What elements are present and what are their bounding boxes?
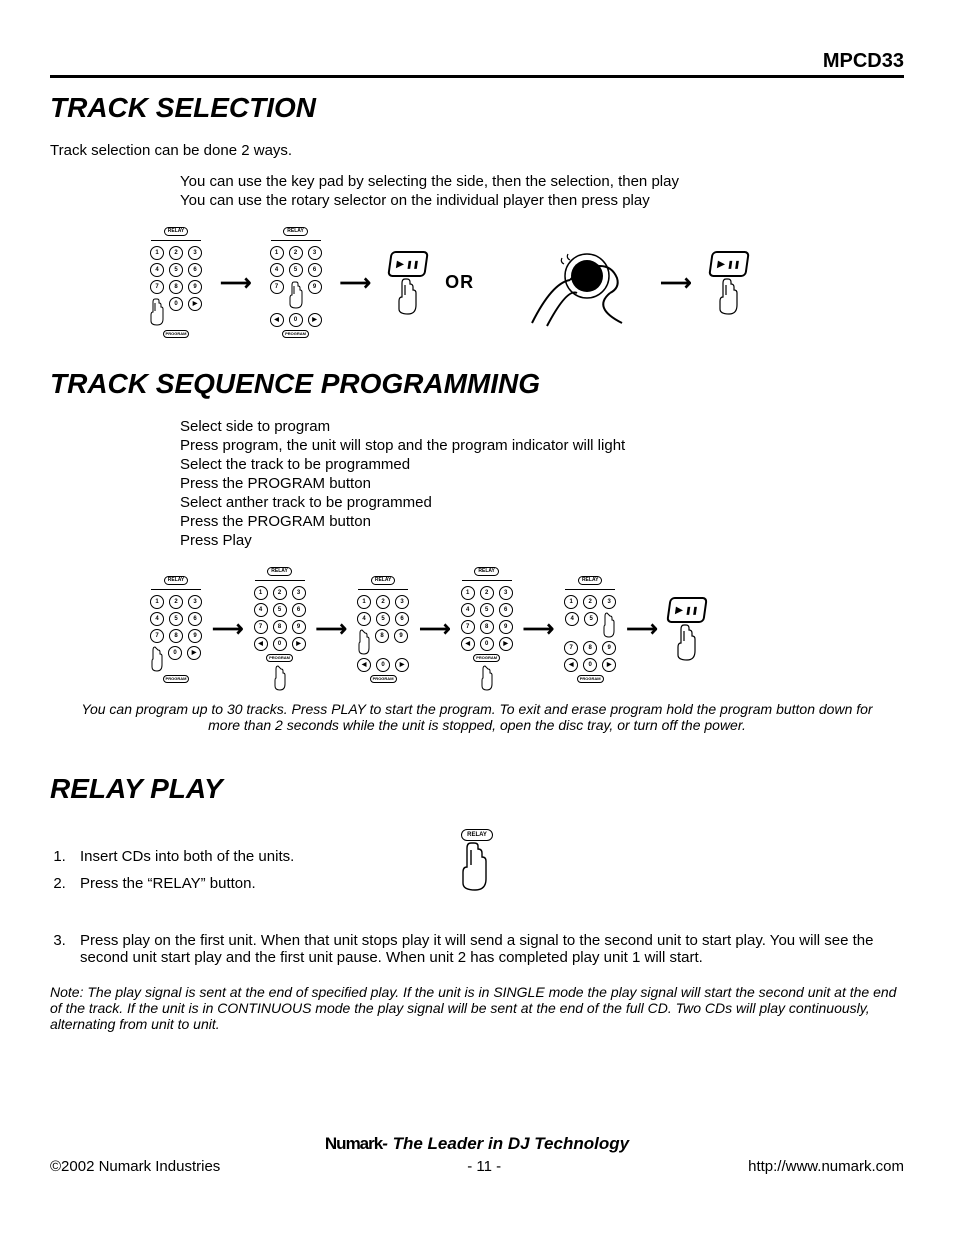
keypad-illustration: RELAY 123 456 789 ◀0▶ PROGRAM [461, 567, 513, 691]
relay-label: RELAY [461, 829, 493, 841]
play-button-illustration: ▶❚❚ [710, 251, 748, 315]
relay-label: RELAY [164, 227, 189, 236]
seq-step: Select side to program [180, 418, 904, 435]
play-button-illustration: ▶❚❚ [668, 597, 706, 661]
seq-step: Press the PROGRAM button [180, 513, 904, 530]
play-button-illustration: ▶❚❚ [389, 251, 427, 315]
relay-label: RELAY [283, 227, 308, 236]
relay-step: Press play on the first unit. When that … [70, 932, 904, 966]
play-pause-icon: ▶❚❚ [708, 251, 750, 277]
hand-pointer-icon [461, 841, 489, 891]
hand-pointer-icon [481, 665, 493, 691]
page-footer: Numark- The Leader in DJ Technology ©200… [50, 1134, 904, 1175]
program-label: PROGRAM [163, 330, 190, 338]
track-selection-diagram: RELAY 123 456 789 0 ▶ PROGRAM ⟶ RELAY 123… [150, 227, 904, 338]
keypad-illustration: RELAY 123 456 7 9 ◀0▶ PROGRAM [270, 227, 322, 338]
relay-play-steps: Insert CDs into both of the units. Press… [50, 838, 441, 902]
track-selection-methods: You can use the key pad by selecting the… [180, 173, 904, 209]
key-9: 9 [188, 280, 202, 294]
key-4: 4 [150, 263, 164, 277]
section-title-track-selection: TRACK SELECTION [50, 92, 904, 124]
keypad-illustration: RELAY 123 456 789 ◀0▶ PROGRAM [254, 567, 306, 691]
hand-pointer-icon [677, 623, 697, 661]
key-5: 5 [169, 263, 183, 277]
arrow-icon: ⟶ [419, 616, 451, 642]
relay-play-note: Note: The play signal is sent at the end… [50, 984, 904, 1032]
method-keypad: You can use the key pad by selecting the… [180, 173, 904, 190]
seq-step: Select anther track to be programmed [180, 494, 904, 511]
hand-pointer-icon [603, 612, 615, 638]
hand-pointer-icon [151, 646, 163, 672]
key-0: 0 [169, 297, 183, 311]
relay-step: Press the “RELAY” button. [70, 875, 441, 892]
sequence-diagram: RELAY 123 456 789 0▶ PROGRAM ⟶ RELAY 123… [150, 567, 904, 691]
sequence-note: You can program up to 30 tracks. Press P… [70, 701, 884, 733]
method-rotary: You can use the rotary selector on the i… [180, 192, 904, 209]
key-next: ▶ [188, 297, 202, 311]
hand-pointer-icon [719, 277, 739, 315]
seq-step: Press program, the unit will stop and th… [180, 437, 904, 454]
copyright: ©2002 Numark Industries [50, 1158, 220, 1175]
keypad-illustration: RELAY 123 456 789 0▶ PROGRAM [150, 576, 202, 683]
seq-step: Press the PROGRAM button [180, 475, 904, 492]
rotary-knob-illustration [492, 238, 642, 328]
footer-tagline: Numark- The Leader in DJ Technology [50, 1134, 904, 1154]
brand-logo: Numark [325, 1134, 382, 1153]
track-selection-intro: Track selection can be done 2 ways. [50, 142, 904, 159]
seq-step: Select the track to be programmed [180, 456, 904, 473]
hand-pointer-icon [150, 297, 164, 327]
arrow-icon: ⟶ [523, 616, 555, 642]
play-pause-icon: ▶❚❚ [666, 597, 708, 623]
footer-url: http://www.numark.com [748, 1158, 904, 1175]
hand-pointer-icon [398, 277, 418, 315]
relay-play-content: Insert CDs into both of the units. Press… [50, 823, 904, 917]
relay-button-illustration: RELAY [461, 823, 493, 891]
arrow-icon: ⟶ [212, 616, 244, 642]
page-header-model: MPCD33 [50, 50, 904, 78]
keypad-illustration: RELAY 123 456 89 ◀0▶ PROGRAM [357, 576, 409, 683]
arrow-icon: ⟶ [626, 616, 658, 642]
section-title-relay-play: RELAY PLAY [50, 773, 904, 805]
arrow-icon: ⟶ [220, 270, 252, 296]
keypad-illustration: RELAY 123 456 789 0 ▶ PROGRAM [150, 227, 202, 338]
key-8: 8 [169, 280, 183, 294]
hand-pointer-icon [289, 280, 303, 310]
page-number: - 11 - [467, 1158, 501, 1175]
keypad-illustration: RELAY 123 45 789 ◀0▶ PROGRAM [564, 576, 616, 683]
hand-pointer-icon [274, 665, 286, 691]
key-6: 6 [188, 263, 202, 277]
arrow-icon: ⟶ [340, 270, 372, 296]
key-3: 3 [188, 246, 202, 260]
arrow-icon: ⟶ [660, 270, 692, 296]
arrow-icon: ⟶ [316, 616, 348, 642]
relay-play-steps-cont: Press play on the first unit. When that … [50, 932, 904, 966]
relay-step: Insert CDs into both of the units. [70, 848, 441, 865]
section-title-track-sequence: TRACK SEQUENCE PROGRAMMING [50, 368, 904, 400]
document-page: MPCD33 TRACK SELECTION Track selection c… [0, 0, 954, 1235]
or-separator: OR [445, 272, 474, 293]
tagline-text: - The Leader in DJ Technology [382, 1134, 629, 1153]
key-7: 7 [150, 280, 164, 294]
sequence-steps: Select side to program Press program, th… [180, 418, 904, 549]
hand-pointer-icon [358, 629, 370, 655]
key-2: 2 [169, 246, 183, 260]
key-1: 1 [150, 246, 164, 260]
play-pause-icon: ▶❚❚ [387, 251, 429, 277]
seq-step: Press Play [180, 532, 904, 549]
